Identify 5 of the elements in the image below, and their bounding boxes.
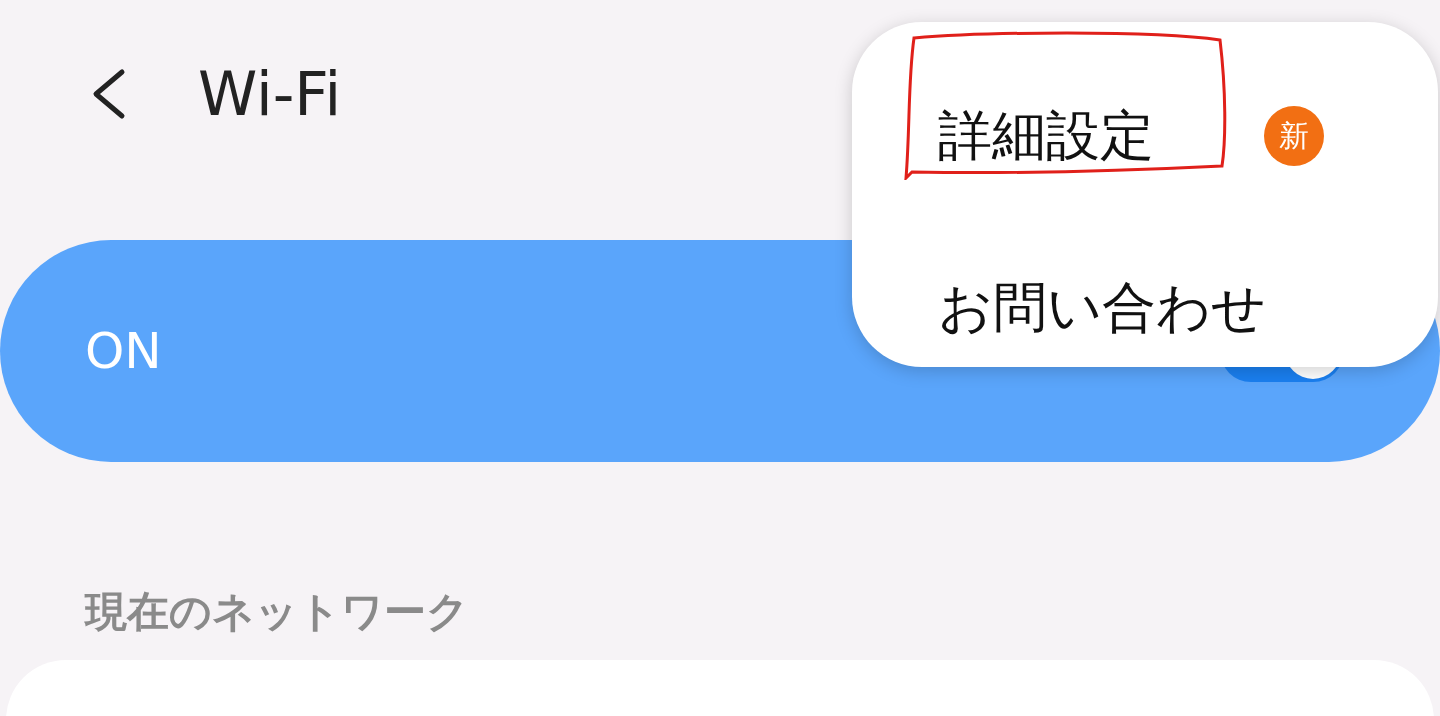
new-badge: 新 <box>1264 106 1324 166</box>
switch-label: ON <box>85 322 162 380</box>
section-heading: 現在のネットワーク <box>85 586 470 638</box>
screen-title: Wi-Fi <box>198 59 342 129</box>
menu-item[interactable]: お問い合わせ <box>938 275 1266 339</box>
